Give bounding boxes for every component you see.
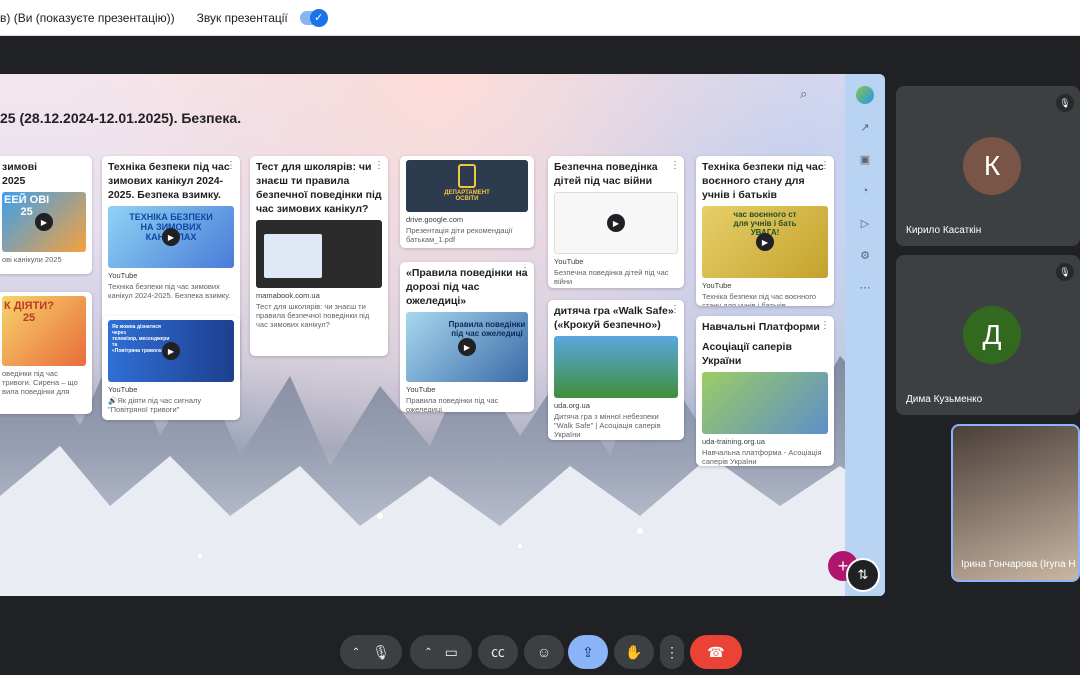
presentation-sound-label: Звук презентації bbox=[196, 10, 288, 25]
post-card[interactable]: ⋮ Навчальні Платформи Асоціації саперів … bbox=[696, 316, 834, 466]
bell-icon[interactable]: ◔ bbox=[856, 182, 874, 200]
more-horiz-icon[interactable]: ⋯ bbox=[856, 278, 874, 296]
board-title: 25 (28.12.2024-12.01.2025). Безпека. bbox=[0, 110, 242, 126]
post-card[interactable]: ДЕПАРТАМЕНТ ОСВІТИ drive.google.com През… bbox=[400, 156, 534, 248]
call-controls: ⌃ 🎙 ⌃ ▭ ㏄ ☺ ⇪ ✋ ⋮ ☎ bbox=[0, 635, 1080, 669]
participant-tile[interactable]: 🎙 К Кирило Касаткін bbox=[896, 86, 1080, 246]
chevron-up-icon[interactable]: ⌃ bbox=[352, 647, 360, 658]
mic-off-icon: 🎙 bbox=[1056, 263, 1074, 281]
leave-call-button[interactable]: ☎ bbox=[690, 635, 742, 669]
play-icon[interactable]: ▶ bbox=[607, 214, 625, 232]
post-card[interactable]: Як можна дізнатися через телевізор, месе… bbox=[102, 316, 240, 420]
more-vert-icon[interactable]: ⋮ bbox=[820, 320, 830, 331]
mic-button-group: ⌃ 🎙 bbox=[340, 635, 402, 669]
more-vert-icon[interactable]: ⋮ bbox=[820, 160, 830, 171]
participant-name: Ірина Гончарова (Iryna H bbox=[961, 559, 1076, 570]
more-options-button[interactable]: ⋮ bbox=[660, 635, 684, 669]
sort-icon[interactable]: ⇅ bbox=[848, 560, 878, 590]
emoji-button[interactable]: ☺ bbox=[524, 635, 564, 669]
more-vert-icon[interactable]: ⋮ bbox=[226, 160, 236, 171]
link-thumbnail[interactable] bbox=[702, 372, 828, 434]
chevron-up-icon[interactable]: ⌃ bbox=[424, 647, 432, 658]
post-card[interactable]: ⋮ «Правила поведінки на дорозі під час о… bbox=[400, 262, 534, 412]
mic-off-icon: 🎙 bbox=[1056, 94, 1074, 112]
participant-name: Кирило Касаткін bbox=[906, 225, 982, 236]
video-thumbnail[interactable]: час воєнного ст для учнів і бать УВАГА! … bbox=[702, 206, 828, 278]
captions-button[interactable]: ㏄ bbox=[478, 635, 518, 669]
post-card[interactable]: ⋮ Тест для школярів: чи знаєш ти правила… bbox=[250, 156, 388, 356]
video-thumbnail[interactable]: ТЕХНІКА БЕЗПЕКИ НА ЗИМОВИХ КАНІКУЛАХ ▶ bbox=[108, 206, 234, 268]
play-icon[interactable]: ▶ bbox=[162, 228, 180, 246]
presentation-sound-toggle[interactable]: ✓ bbox=[299, 8, 328, 27]
present-icon: ⇪ bbox=[582, 643, 594, 660]
more-vert-icon[interactable]: ⋮ bbox=[520, 266, 530, 277]
presentation-stage: 25 (28.12.2024-12.01.2025). Безпека. ⌕ з… bbox=[0, 74, 885, 596]
board-toolbar: ↗ ▣ ◔ ▷ ⚙ ⋯ bbox=[845, 74, 885, 596]
post-card[interactable]: ⋮ дитяча гра «Walk Safe» («Крокуй безпеч… bbox=[548, 300, 684, 440]
avatar: К bbox=[963, 137, 1021, 195]
mic-icon[interactable]: 🎙 bbox=[372, 644, 390, 661]
remake-icon[interactable]: ▣ bbox=[856, 150, 874, 168]
slideshow-icon[interactable]: ▷ bbox=[856, 214, 874, 232]
video-thumbnail[interactable]: ЕЕЙ ОВІ 25 ▶ bbox=[2, 192, 86, 252]
trident-icon bbox=[458, 164, 476, 188]
participant-tile[interactable]: 🎙 Д Дима Кузьменко bbox=[896, 255, 1080, 415]
profile-icon[interactable] bbox=[856, 86, 874, 104]
post-card[interactable]: К ДІЯТИ? 25 оведінки під час тривоги. Си… bbox=[0, 292, 92, 414]
more-vert-icon: ⋮ bbox=[665, 643, 679, 660]
emoji-icon: ☺ bbox=[536, 644, 552, 660]
avatar: Д bbox=[963, 306, 1021, 364]
search-icon[interactable]: ⌕ bbox=[800, 86, 814, 101]
hangup-icon: ☎ bbox=[707, 643, 725, 660]
check-icon: ✓ bbox=[309, 8, 328, 27]
play-icon[interactable]: ▶ bbox=[162, 342, 180, 360]
presenting-bar: в) (Ви (показуєте презентацію)) Звук пре… bbox=[0, 0, 1080, 36]
more-vert-icon[interactable]: ⋮ bbox=[670, 304, 680, 315]
settings-icon[interactable]: ⚙ bbox=[856, 246, 874, 264]
play-icon[interactable]: ▶ bbox=[35, 213, 53, 231]
thumbnail-image bbox=[264, 234, 322, 278]
more-vert-icon[interactable]: ⋮ bbox=[670, 160, 680, 171]
presentation-title: в) (Ви (показуєте презентацію)) bbox=[0, 10, 175, 25]
video-thumbnail[interactable]: Як можна дізнатися через телевізор, месе… bbox=[108, 320, 234, 382]
captions-icon: ㏄ bbox=[491, 644, 505, 660]
participant-tile-video[interactable]: Ірина Гончарова (Iryna H bbox=[951, 424, 1080, 582]
post-card[interactable]: ⋮ Безпечна поведінка дітей під час війни… bbox=[548, 156, 684, 288]
share-icon[interactable]: ↗ bbox=[856, 118, 874, 136]
present-button[interactable]: ⇪ bbox=[568, 635, 608, 669]
video-thumbnail[interactable]: Правила поведінки під час ожеледиці ▶ bbox=[406, 312, 528, 382]
camera-icon[interactable]: ▭ bbox=[445, 644, 458, 661]
video-thumbnail[interactable]: К ДІЯТИ? 25 bbox=[2, 296, 86, 366]
link-thumbnail[interactable] bbox=[554, 336, 678, 398]
raise-hand-button[interactable]: ✋ bbox=[614, 635, 654, 669]
play-icon[interactable]: ▶ bbox=[458, 338, 476, 356]
video-thumbnail[interactable]: ▶ bbox=[554, 192, 678, 254]
hand-icon: ✋ bbox=[625, 643, 643, 660]
participant-name: Дима Кузьменко bbox=[906, 394, 983, 405]
post-card[interactable]: зимові 2025 ЕЕЙ ОВІ 25 ▶ ові канікули 20… bbox=[0, 156, 92, 274]
more-vert-icon[interactable]: ⋮ bbox=[374, 160, 384, 171]
post-card[interactable]: ⋮ Техніка безпеки під час воєнного стану… bbox=[696, 156, 834, 306]
camera-button-group: ⌃ ▭ bbox=[410, 635, 472, 669]
link-thumbnail[interactable]: ДЕПАРТАМЕНТ ОСВІТИ bbox=[406, 160, 528, 212]
play-icon[interactable]: ▶ bbox=[756, 233, 774, 251]
link-thumbnail[interactable] bbox=[256, 220, 382, 288]
